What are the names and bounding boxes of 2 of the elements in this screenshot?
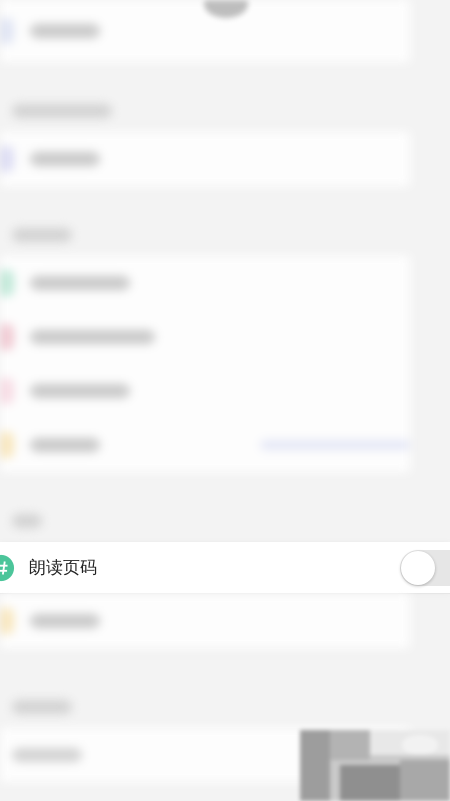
toggle-switch[interactable] <box>400 550 450 586</box>
setting-label: 朗读页码 <box>29 557 97 579</box>
